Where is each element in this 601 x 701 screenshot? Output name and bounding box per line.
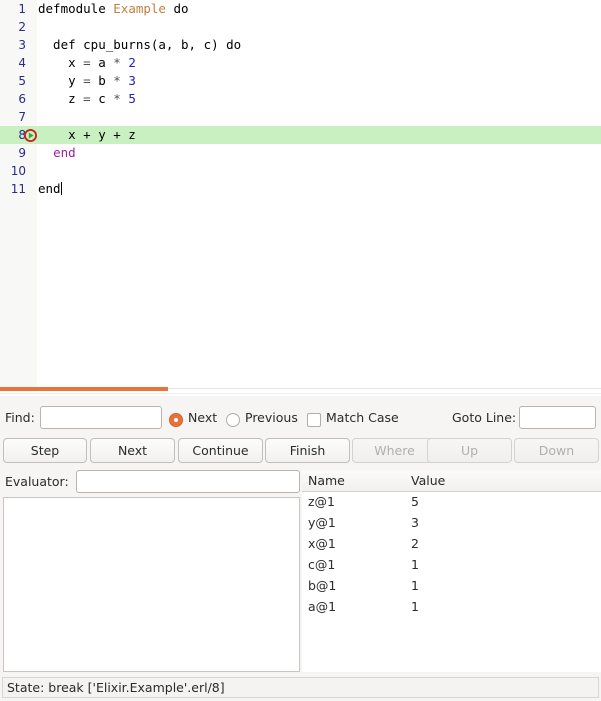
variable-value: 1 xyxy=(411,578,419,593)
code-text: end xyxy=(38,144,76,162)
table-row[interactable]: z@1 5 xyxy=(302,492,601,513)
radio-previous[interactable] xyxy=(226,413,240,427)
table-row[interactable]: y@1 3 xyxy=(302,513,601,534)
variable-name: x@1 xyxy=(308,536,336,551)
variable-name: c@1 xyxy=(308,557,335,572)
code-line[interactable]: 6 z = c * 5 xyxy=(0,90,601,108)
splitter-divider xyxy=(168,388,601,389)
variable-value: 3 xyxy=(411,515,419,530)
radio-next-label[interactable]: Next xyxy=(188,410,217,425)
text-caret xyxy=(61,182,62,195)
variable-name: a@1 xyxy=(308,599,336,614)
debugger-panel: Find: Next Previous Match Case Goto Line… xyxy=(0,396,601,701)
evaluator-output[interactable] xyxy=(3,497,300,672)
line-number: 4 xyxy=(0,54,26,72)
radio-next[interactable] xyxy=(169,413,183,427)
radio-next-dot xyxy=(174,418,178,422)
code-line[interactable]: 5 y = b * 3 xyxy=(0,72,601,90)
where-button: Where xyxy=(352,438,437,463)
goto-line-input[interactable] xyxy=(519,406,596,429)
code-line[interactable]: 11 end xyxy=(0,180,601,198)
line-number: 5 xyxy=(0,72,26,90)
goto-line-label: Goto Line: xyxy=(452,410,516,425)
next-button[interactable]: Next xyxy=(90,438,175,463)
table-row[interactable]: b@1 1 xyxy=(302,576,601,597)
code-line[interactable]: 10 xyxy=(0,162,601,180)
checkbox-match-case-label[interactable]: Match Case xyxy=(326,410,399,425)
variables-table-body: z@1 5 y@1 3 x@1 2 c@1 1 b@1 1 a@1 1 xyxy=(302,492,601,618)
code-line[interactable]: 4 x = a * 2 xyxy=(0,54,601,72)
code-text: z = c * 5 xyxy=(38,90,136,108)
line-number: 11 xyxy=(0,180,26,198)
variable-value: 5 xyxy=(411,494,419,509)
code-line[interactable]: 9 end xyxy=(0,144,601,162)
evaluator-label: Evaluator: xyxy=(5,474,69,489)
variables-table[interactable]: Name Value z@1 5 y@1 3 x@1 2 c@1 1 b@1 1 a@1 1 xyxy=(302,470,601,672)
variable-value: 1 xyxy=(411,599,419,614)
code-line[interactable]: 2 xyxy=(0,18,601,36)
debug-button-row: StepNextContinueFinishWhereUpDown xyxy=(0,438,601,464)
variable-value: 2 xyxy=(411,536,419,551)
step-button[interactable]: Step xyxy=(3,438,87,463)
variable-name: z@1 xyxy=(308,494,335,509)
code-text: end xyxy=(38,180,62,198)
line-number: 6 xyxy=(0,90,26,108)
status-bar: State: break ['Elixir.Example'.erl/8] xyxy=(2,677,599,698)
code-text: def cpu_burns(a, b, c) do xyxy=(38,36,241,54)
code-line[interactable]: 8 x + y + z xyxy=(0,126,601,144)
variable-name: b@1 xyxy=(308,578,336,593)
code-editor[interactable]: 1 defmodule Example do 23 def cpu_burns(a,… xyxy=(0,0,601,387)
find-label: Find: xyxy=(5,410,35,425)
table-row[interactable]: a@1 1 xyxy=(302,597,601,618)
checkbox-match-case[interactable] xyxy=(307,413,321,427)
column-header-value[interactable]: Value xyxy=(411,473,445,488)
evaluator-input[interactable] xyxy=(76,470,300,493)
line-number: 10 xyxy=(0,162,26,180)
table-row[interactable]: c@1 1 xyxy=(302,555,601,576)
finish-button[interactable]: Finish xyxy=(265,438,350,463)
column-header-name[interactable]: Name xyxy=(308,473,345,488)
code-line[interactable]: 7 xyxy=(0,108,601,126)
line-number: 3 xyxy=(0,36,26,54)
code-text: defmodule Example do xyxy=(38,0,189,18)
splitter-divider-lower xyxy=(0,393,601,394)
accent-bar xyxy=(0,387,168,391)
find-bar: Find: Next Previous Match Case Goto Line… xyxy=(0,404,601,432)
code-line[interactable]: 3 def cpu_burns(a, b, c) do xyxy=(0,36,601,54)
line-number: 7 xyxy=(0,108,26,126)
line-number: 8 xyxy=(0,126,26,144)
code-text: y = b * 3 xyxy=(38,72,136,90)
code-lines[interactable]: 1 defmodule Example do 23 def cpu_burns(a,… xyxy=(0,0,601,198)
down-button: Down xyxy=(514,438,599,463)
find-input[interactable] xyxy=(40,406,162,429)
breakpoint-icon[interactable] xyxy=(24,129,37,142)
panel-splitter[interactable] xyxy=(0,387,601,396)
variable-name: y@1 xyxy=(308,515,336,530)
variables-table-header: Name Value xyxy=(302,470,601,492)
variable-value: 1 xyxy=(411,557,419,572)
up-button: Up xyxy=(427,438,512,463)
code-text: x = a * 2 xyxy=(38,54,136,72)
code-text: x + y + z xyxy=(38,126,136,144)
line-number: 1 xyxy=(0,0,26,18)
continue-button[interactable]: Continue xyxy=(178,438,263,463)
code-line[interactable]: 1 defmodule Example do xyxy=(0,0,601,18)
line-number: 2 xyxy=(0,18,26,36)
line-number: 9 xyxy=(0,144,26,162)
table-row[interactable]: x@1 2 xyxy=(302,534,601,555)
radio-previous-label[interactable]: Previous xyxy=(245,410,298,425)
debugger-window: 1defmodule Example do23 def cpu_burns(a,… xyxy=(0,0,601,701)
